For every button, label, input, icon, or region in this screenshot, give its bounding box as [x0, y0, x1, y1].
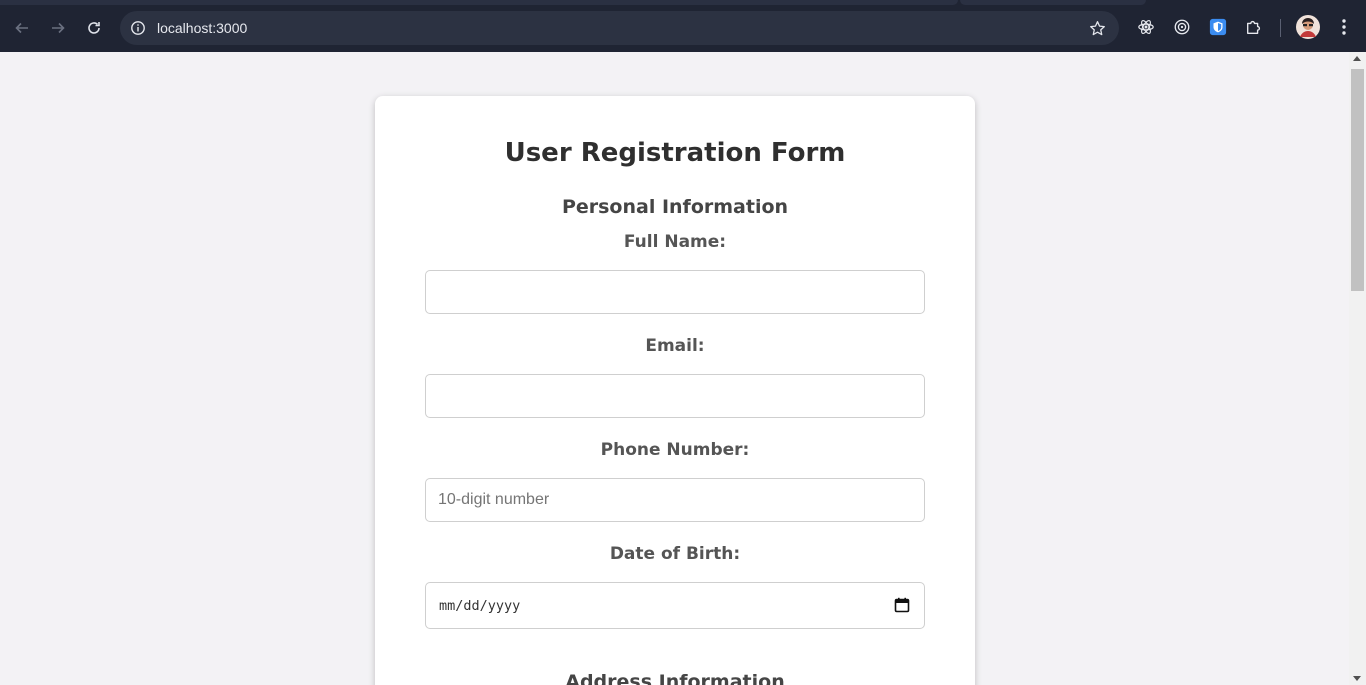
dob-label: Date of Birth: [609, 544, 741, 564]
menu-kebab-icon[interactable] [1333, 16, 1355, 38]
personal-info-heading: Personal Information [561, 196, 789, 218]
toolbar-divider [1280, 19, 1281, 37]
dob-placeholder: mm/dd/yyyy [439, 598, 521, 614]
extensions-puzzle-icon[interactable] [1243, 16, 1265, 38]
tab-strip [0, 0, 958, 5]
page-scrollbar[interactable] [1349, 52, 1366, 685]
shield-extension-icon[interactable] [1207, 16, 1229, 38]
scroll-thumb[interactable] [1351, 69, 1364, 291]
browser-toolbar: localhost:3000 [0, 0, 1366, 52]
email-label: Email: [645, 336, 705, 356]
full-name-input[interactable] [425, 270, 925, 314]
react-devtools-icon[interactable] [1135, 16, 1157, 38]
site-info-icon[interactable] [128, 18, 148, 38]
tab-strip-inactive-tab[interactable] [960, 0, 1146, 5]
target-extension-icon[interactable] [1171, 16, 1193, 38]
email-input[interactable] [425, 374, 925, 418]
phone-input[interactable] [425, 478, 925, 522]
url-text[interactable]: localhost:3000 [157, 20, 247, 36]
calendar-icon[interactable] [894, 597, 910, 613]
scroll-up-arrow-icon[interactable] [1353, 56, 1361, 61]
forward-icon[interactable] [44, 14, 72, 42]
dob-date-input[interactable]: mm/dd/yyyy [425, 582, 925, 629]
address-info-heading: Address Information [565, 671, 785, 685]
reload-icon[interactable] [80, 14, 108, 42]
registration-form-card: User Registration Form Personal Informat… [375, 96, 975, 685]
full-name-label: Full Name: [623, 232, 727, 252]
address-bar[interactable]: localhost:3000 [120, 11, 1119, 45]
form-title: User Registration Form [504, 138, 846, 168]
phone-label: Phone Number: [600, 440, 750, 460]
bookmark-star-icon[interactable] [1087, 18, 1107, 38]
scroll-down-arrow-icon[interactable] [1353, 676, 1361, 681]
back-icon[interactable] [8, 14, 36, 42]
profile-avatar[interactable] [1296, 15, 1320, 39]
